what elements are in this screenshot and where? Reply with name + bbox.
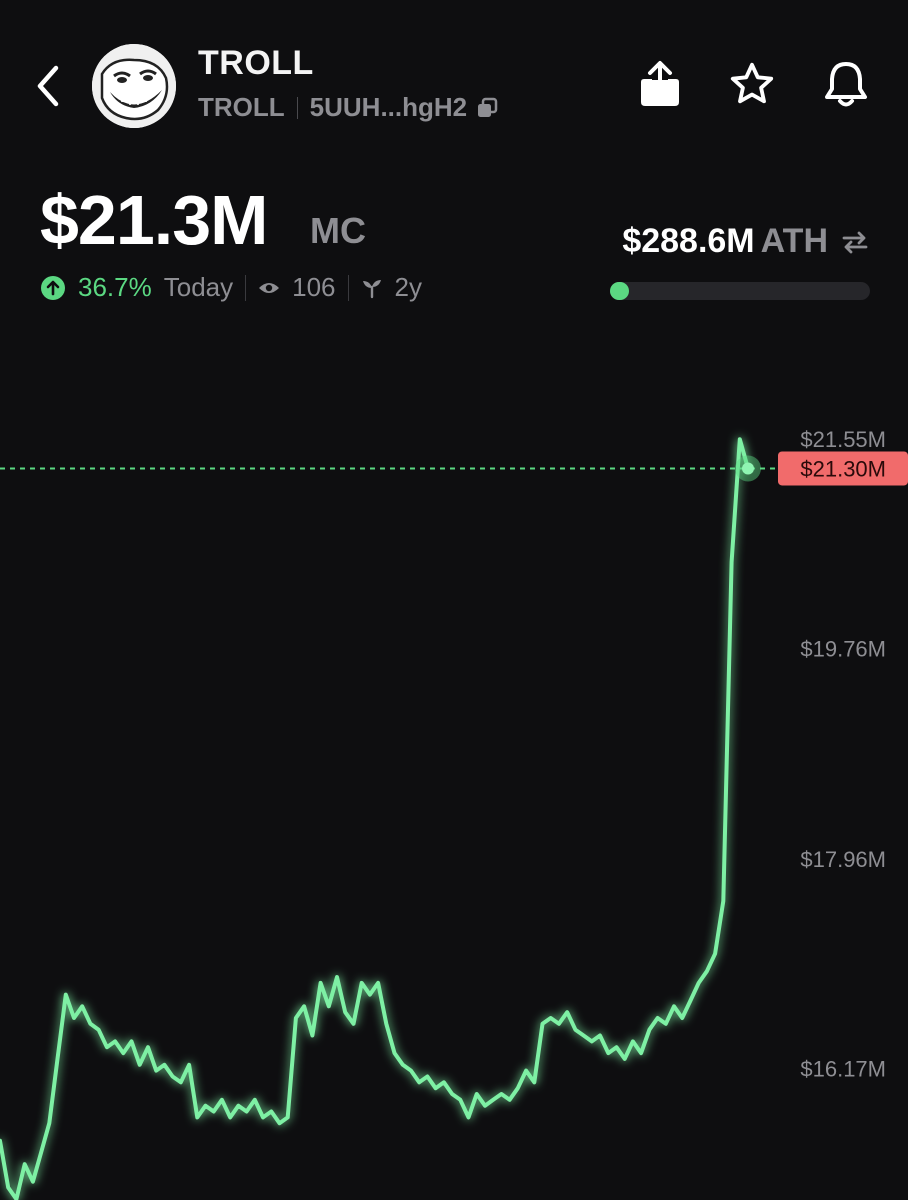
market-cap-value: $21.3M <box>40 181 268 259</box>
current-price-dot-core <box>742 462 754 475</box>
troll-face-icon <box>92 44 176 128</box>
share-button[interactable] <box>636 58 684 110</box>
ath-label: ATH <box>760 222 828 260</box>
price-chart[interactable]: $21.55M $19.76M $17.96M $16.17M $21.30M <box>0 380 908 1200</box>
copy-icon[interactable] <box>475 96 499 120</box>
divider <box>296 96 298 119</box>
alert-button[interactable] <box>822 58 870 110</box>
token-avatar <box>92 44 176 128</box>
token-ticker: TROLL <box>198 92 285 122</box>
current-price-tag-label: $21.30M <box>800 456 886 481</box>
favorite-button[interactable] <box>728 58 776 110</box>
bell-icon <box>825 62 867 107</box>
divider <box>245 274 247 301</box>
back-button[interactable] <box>28 58 68 114</box>
eye-icon <box>259 282 280 293</box>
arrow-up-circle-icon <box>41 275 65 300</box>
y-tick-label: $16.17M <box>800 1056 886 1081</box>
price-series-line <box>0 437 750 1200</box>
y-tick-label: $17.96M <box>800 847 886 872</box>
ath-progress-fill <box>610 282 630 300</box>
ath-progress-bar <box>610 282 870 300</box>
y-tick-label: $19.76M <box>800 637 886 662</box>
token-age: 2y <box>394 272 422 302</box>
y-tick-label: $21.55M <box>800 427 886 452</box>
change-period: Today <box>163 272 234 302</box>
change-percent: 36.7% <box>78 272 152 302</box>
ath-value: $288.6M <box>622 222 755 260</box>
share-icon <box>641 61 679 106</box>
token-subtitle: TROLL 5UUH...hgH2 <box>198 92 499 123</box>
divider <box>347 274 349 301</box>
swap-icon[interactable] <box>840 229 870 255</box>
token-address[interactable]: 5UUH...hgH2 <box>310 92 467 123</box>
star-icon <box>730 62 774 104</box>
stats-row: 36.7% Today 106 2y <box>40 272 422 303</box>
token-name: TROLL <box>198 44 314 82</box>
sprout-icon <box>362 279 381 298</box>
market-cap-label: MC <box>310 210 366 251</box>
view-count: 106 <box>292 272 336 302</box>
back-chevron-icon <box>37 65 59 107</box>
ath-row[interactable]: $288.6M ATH <box>622 222 870 261</box>
